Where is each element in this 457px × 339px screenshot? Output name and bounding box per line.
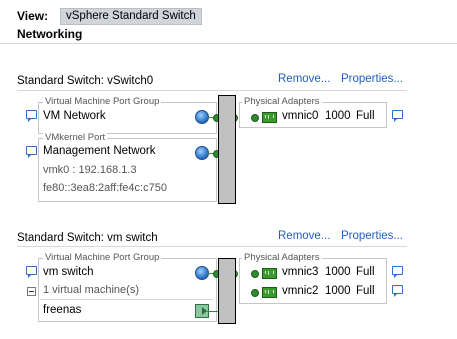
connector-dot [251, 114, 259, 122]
switch-title: Standard Switch: vSwitch0 [17, 75, 154, 87]
adapter-speed: 1000 [325, 266, 351, 278]
remove-switch-link[interactable]: Remove... [278, 73, 330, 85]
physical-adapters-caption: Physical Adapters [242, 252, 322, 263]
virtual-switch-bus [218, 95, 236, 204]
virtual-switch-bus [218, 258, 236, 324]
connector-dot [251, 270, 259, 278]
adapter-speed: 1000 [325, 110, 351, 122]
adapter-name: vmnic2 [282, 285, 319, 297]
vm-count: 1 virtual machine(s) [43, 284, 139, 296]
section-title: Networking [17, 27, 83, 41]
vmkernel-caption: VMkernel Port [43, 132, 108, 143]
speech-bubble-icon[interactable] [392, 285, 403, 297]
vmkernel-ipv6: fe80::3ea8:2aff:fe4c:c750 [43, 182, 167, 194]
switch-divider [17, 90, 407, 91]
view-selector[interactable]: vSphere Standard Switch [60, 8, 202, 25]
speech-bubble-icon[interactable] [26, 266, 37, 278]
remove-switch-link[interactable]: Remove... [278, 230, 330, 242]
port-group-name: VM Network [43, 110, 106, 122]
connector-dot [251, 289, 259, 297]
vmkernel-ipv4: vmk0 : 192.168.1.3 [43, 164, 137, 176]
vm-row-divider [40, 299, 213, 300]
speech-bubble-icon[interactable] [26, 146, 37, 158]
adapter-duplex: Full [356, 285, 375, 297]
physical-adapters-caption: Physical Adapters [242, 96, 322, 107]
port-group-caption: Virtual Machine Port Group [43, 252, 162, 263]
header-divider [0, 43, 457, 44]
network-adapter-icon [262, 287, 277, 298]
view-label: View: [17, 9, 49, 23]
speech-bubble-icon[interactable] [26, 110, 37, 122]
network-adapter-icon [262, 112, 277, 123]
vm-name[interactable]: freenas [43, 303, 81, 317]
adapter-duplex: Full [356, 110, 375, 122]
port-group-name: vm switch [43, 266, 94, 278]
collapse-icon[interactable] [27, 287, 36, 296]
adapter-name: vmnic3 [282, 266, 319, 278]
adapter-duplex: Full [356, 266, 375, 278]
switch-title: Standard Switch: vm switch [17, 232, 158, 244]
switch-properties-link[interactable]: Properties... [341, 73, 403, 85]
adapter-name: vmnic0 [282, 110, 319, 122]
vmkernel-port-name: Management Network [43, 145, 156, 157]
speech-bubble-icon[interactable] [392, 266, 403, 278]
speech-bubble-icon[interactable] [392, 110, 403, 122]
switch-divider [17, 246, 407, 247]
network-adapter-icon [262, 268, 277, 279]
adapter-speed: 1000 [325, 285, 351, 297]
port-group-caption: Virtual Machine Port Group [43, 96, 162, 107]
switch-properties-link[interactable]: Properties... [341, 230, 403, 242]
